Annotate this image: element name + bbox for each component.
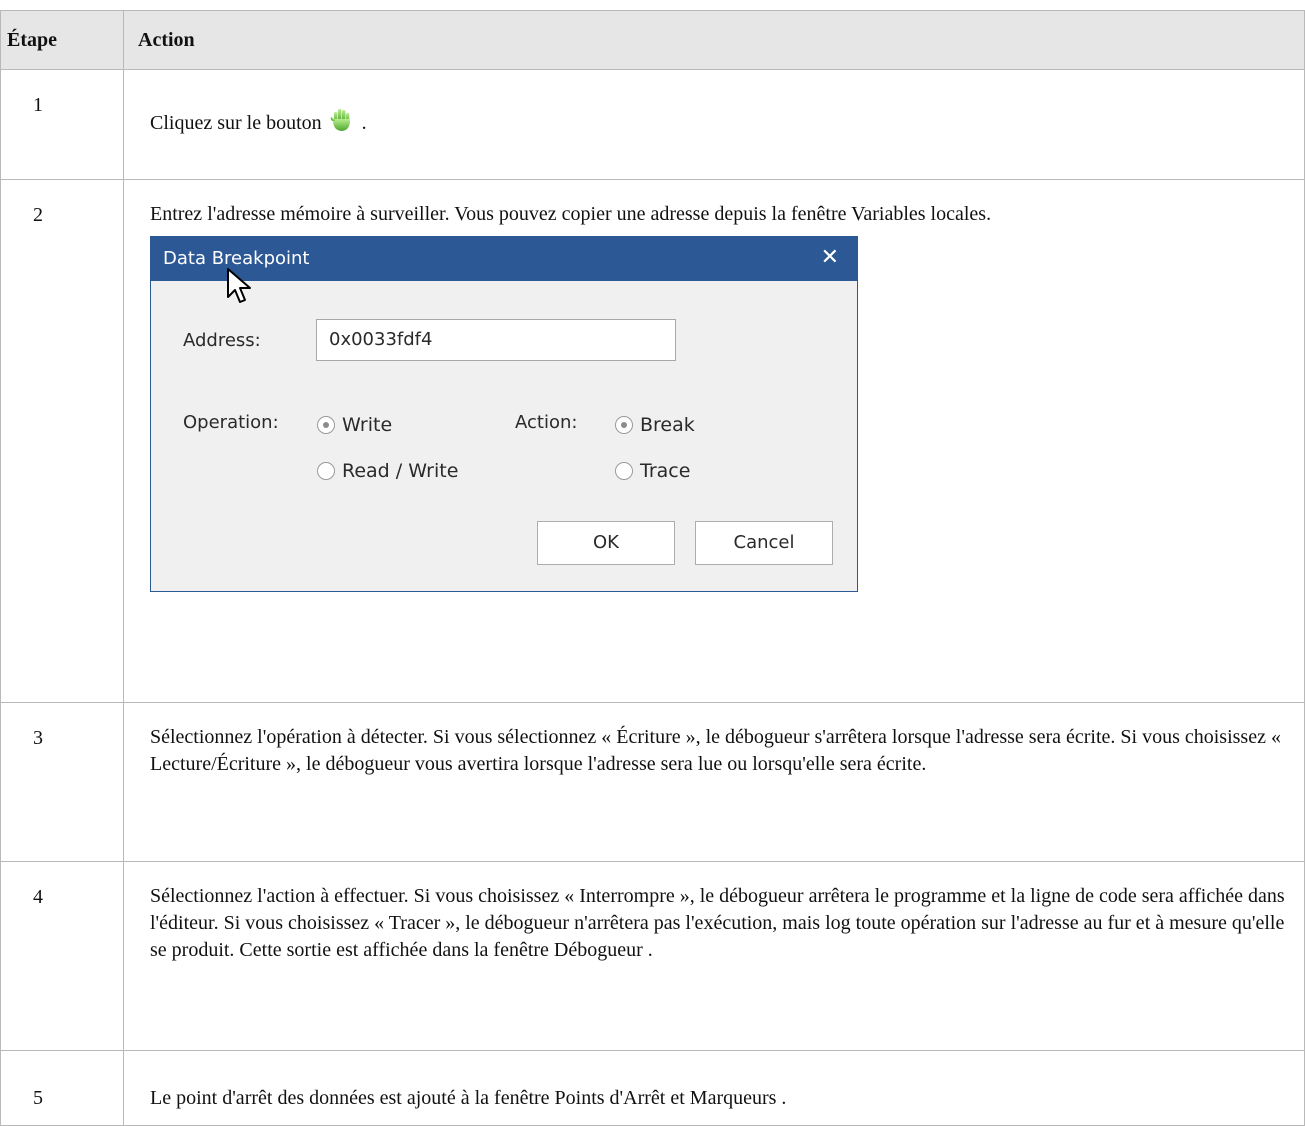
step-text: Sélectionnez l'action à effectuer. Si vo… <box>123 861 1305 1051</box>
address-input[interactable]: 0x0033fdf4 <box>316 319 676 361</box>
table-row: 1 Cliquez sur le bouton . <box>0 69 1305 180</box>
step-number: 2 <box>0 179 124 703</box>
cancel-button[interactable]: Cancel <box>695 521 833 565</box>
step-number: 4 <box>0 861 124 1051</box>
table-row: 4 Sélectionnez l'action à effectuer. Si … <box>0 861 1305 1051</box>
mouse-cursor-icon <box>227 268 251 303</box>
step-text-before: Cliquez sur le bouton <box>150 112 322 134</box>
address-label: Address: <box>183 330 261 351</box>
header-step: Étape <box>0 10 124 70</box>
table-row: 3 Sélectionnez l'opération à détecter. S… <box>0 702 1305 862</box>
table-header-row: Étape Action <box>0 10 1305 70</box>
dialog-title-bar: Data Breakpoint ✕ <box>151 237 857 281</box>
radio-write[interactable]: Write <box>317 414 392 436</box>
step-number: 5 <box>0 1050 124 1126</box>
radio-unselected-indicator <box>317 462 335 480</box>
action-label: Action: <box>515 412 578 433</box>
step-number: 3 <box>0 702 124 862</box>
header-action: Action <box>123 10 1305 70</box>
data-breakpoint-dialog: Data Breakpoint ✕ Address: 0x0033fdf4 Op… <box>150 236 858 592</box>
radio-selected-indicator <box>615 416 633 434</box>
radio-selected-indicator <box>317 416 335 434</box>
close-icon[interactable]: ✕ <box>821 245 839 271</box>
radio-break[interactable]: Break <box>615 414 695 436</box>
table-row: 2 Entrez l'adresse mémoire à surveiller.… <box>0 179 1305 703</box>
table-row: 5 Le point d'arrêt des données est ajout… <box>0 1050 1305 1126</box>
hand-stop-icon <box>329 107 355 133</box>
step-text: Sélectionnez l'opération à détecter. Si … <box>123 702 1305 862</box>
radio-read-write[interactable]: Read / Write <box>317 460 458 482</box>
radio-write-label: Write <box>342 414 393 436</box>
step-text: Entrez l'adresse mémoire à surveiller. V… <box>150 203 992 225</box>
step-text-after: . <box>361 112 367 134</box>
step-content: Entrez l'adresse mémoire à surveiller. V… <box>123 179 1305 703</box>
steps-table: Étape Action 1 Cliquez sur le bouton . 2… <box>0 10 1305 1126</box>
operation-label: Operation: <box>183 412 279 433</box>
ok-button[interactable]: OK <box>537 521 675 565</box>
step-text: Le point d'arrêt des données est ajouté … <box>123 1050 1305 1126</box>
radio-read-write-label: Read / Write <box>342 460 459 482</box>
radio-break-label: Break <box>640 414 695 436</box>
step-number: 1 <box>0 69 124 180</box>
radio-unselected-indicator <box>615 462 633 480</box>
step-text: Cliquez sur le bouton . <box>123 69 1305 180</box>
radio-trace[interactable]: Trace <box>615 460 690 482</box>
radio-trace-label: Trace <box>640 460 691 482</box>
